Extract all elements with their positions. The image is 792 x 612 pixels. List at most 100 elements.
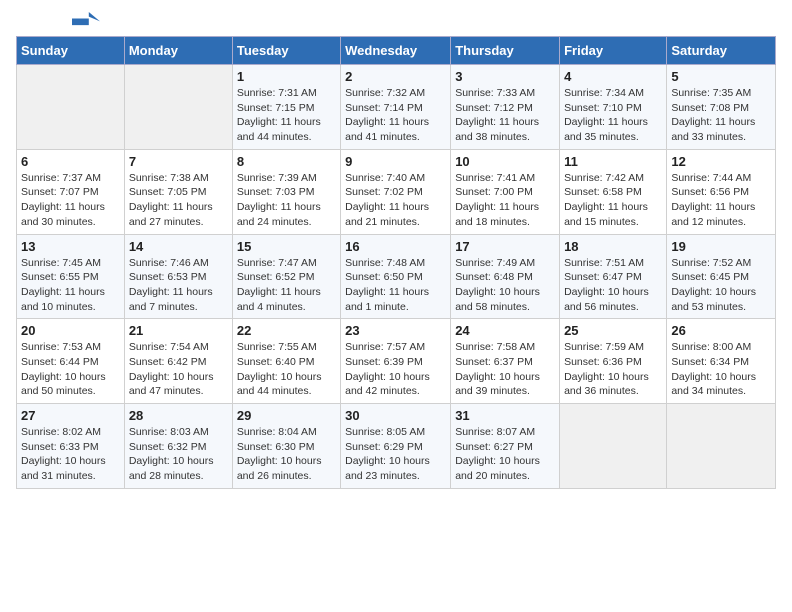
calendar-cell: 12 Sunrise: 7:44 AM Sunset: 6:56 PM Dayli… (667, 149, 776, 234)
page-header (16, 16, 776, 26)
day-info: Sunrise: 7:46 AM Sunset: 6:53 PM Dayligh… (129, 256, 228, 315)
day-number: 31 (455, 408, 555, 423)
calendar-cell: 22 Sunrise: 7:55 AM Sunset: 6:40 PM Dayli… (232, 319, 340, 404)
day-info: Sunrise: 7:33 AM Sunset: 7:12 PM Dayligh… (455, 86, 555, 145)
column-header-sunday: Sunday (17, 37, 125, 65)
day-number: 4 (564, 69, 662, 84)
calendar-cell: 17 Sunrise: 7:49 AM Sunset: 6:48 PM Dayli… (451, 234, 560, 319)
day-info: Sunrise: 7:48 AM Sunset: 6:50 PM Dayligh… (345, 256, 446, 315)
calendar-cell: 24 Sunrise: 7:58 AM Sunset: 6:37 PM Dayli… (451, 319, 560, 404)
day-info: Sunrise: 7:37 AM Sunset: 7:07 PM Dayligh… (21, 171, 120, 230)
calendar-cell: 4 Sunrise: 7:34 AM Sunset: 7:10 PM Daylig… (560, 65, 667, 150)
day-info: Sunrise: 7:51 AM Sunset: 6:47 PM Dayligh… (564, 256, 662, 315)
logo (16, 16, 100, 26)
day-number: 21 (129, 323, 228, 338)
day-number: 20 (21, 323, 120, 338)
day-number: 24 (455, 323, 555, 338)
day-number: 1 (237, 69, 336, 84)
calendar-cell: 25Sunrise: 7:59 AM Sunset: 6:36 PM Dayli… (560, 319, 667, 404)
calendar-cell: 13 Sunrise: 7:45 AM Sunset: 6:55 PM Dayli… (17, 234, 125, 319)
day-number: 26 (671, 323, 771, 338)
day-info: Sunrise: 7:59 AM Sunset: 6:36 PM Dayligh… (564, 340, 662, 399)
day-number: 16 (345, 239, 446, 254)
calendar-cell: 23 Sunrise: 7:57 AM Sunset: 6:39 PM Dayli… (341, 319, 451, 404)
column-header-friday: Friday (560, 37, 667, 65)
day-info: Sunrise: 7:45 AM Sunset: 6:55 PM Dayligh… (21, 256, 120, 315)
day-number: 14 (129, 239, 228, 254)
calendar-week-row: 20 Sunrise: 7:53 AM Sunset: 6:44 PM Dayli… (17, 319, 776, 404)
calendar-cell: 29 Sunrise: 8:04 AM Sunset: 6:30 PM Dayli… (232, 404, 340, 489)
day-info: Sunrise: 7:55 AM Sunset: 6:40 PM Dayligh… (237, 340, 336, 399)
calendar-cell: 11 Sunrise: 7:42 AM Sunset: 6:58 PM Dayli… (560, 149, 667, 234)
day-info: Sunrise: 7:42 AM Sunset: 6:58 PM Dayligh… (564, 171, 662, 230)
day-number: 3 (455, 69, 555, 84)
calendar-cell: 6 Sunrise: 7:37 AM Sunset: 7:07 PM Daylig… (17, 149, 125, 234)
calendar-cell: 15Sunrise: 7:47 AM Sunset: 6:52 PM Dayli… (232, 234, 340, 319)
day-info: Sunrise: 7:49 AM Sunset: 6:48 PM Dayligh… (455, 256, 555, 315)
calendar-cell: 16 Sunrise: 7:48 AM Sunset: 6:50 PM Dayli… (341, 234, 451, 319)
column-header-tuesday: Tuesday (232, 37, 340, 65)
day-number: 13 (21, 239, 120, 254)
day-info: Sunrise: 8:04 AM Sunset: 6:30 PM Dayligh… (237, 425, 336, 484)
day-number: 12 (671, 154, 771, 169)
calendar-cell: 9 Sunrise: 7:40 AM Sunset: 7:02 PM Daylig… (341, 149, 451, 234)
day-number: 18 (564, 239, 662, 254)
calendar-cell: 1 Sunrise: 7:31 AM Sunset: 7:15 PM Daylig… (232, 65, 340, 150)
day-info: Sunrise: 7:40 AM Sunset: 7:02 PM Dayligh… (345, 171, 446, 230)
day-number: 17 (455, 239, 555, 254)
calendar-cell: 30Sunrise: 8:05 AM Sunset: 6:29 PM Dayli… (341, 404, 451, 489)
day-info: Sunrise: 7:44 AM Sunset: 6:56 PM Dayligh… (671, 171, 771, 230)
day-number: 23 (345, 323, 446, 338)
calendar-cell: 8 Sunrise: 7:39 AM Sunset: 7:03 PM Daylig… (232, 149, 340, 234)
day-info: Sunrise: 7:47 AM Sunset: 6:52 PM Dayligh… (237, 256, 336, 315)
day-number: 29 (237, 408, 336, 423)
day-number: 10 (455, 154, 555, 169)
day-number: 19 (671, 239, 771, 254)
day-info: Sunrise: 7:58 AM Sunset: 6:37 PM Dayligh… (455, 340, 555, 399)
calendar-cell (560, 404, 667, 489)
calendar-table: SundayMondayTuesdayWednesdayThursdayFrid… (16, 36, 776, 489)
day-info: Sunrise: 8:03 AM Sunset: 6:32 PM Dayligh… (129, 425, 228, 484)
calendar-cell: 2Sunrise: 7:32 AM Sunset: 7:14 PM Daylig… (341, 65, 451, 150)
calendar-week-row: 13 Sunrise: 7:45 AM Sunset: 6:55 PM Dayli… (17, 234, 776, 319)
day-number: 22 (237, 323, 336, 338)
day-number: 6 (21, 154, 120, 169)
day-info: Sunrise: 7:38 AM Sunset: 7:05 PM Dayligh… (129, 171, 228, 230)
day-number: 8 (237, 154, 336, 169)
day-number: 11 (564, 154, 662, 169)
calendar-cell: 7Sunrise: 7:38 AM Sunset: 7:05 PM Daylig… (124, 149, 232, 234)
day-number: 2 (345, 69, 446, 84)
calendar-cell: 5 Sunrise: 7:35 AM Sunset: 7:08 PM Daylig… (667, 65, 776, 150)
day-info: Sunrise: 7:35 AM Sunset: 7:08 PM Dayligh… (671, 86, 771, 145)
calendar-cell: 19 Sunrise: 7:52 AM Sunset: 6:45 PM Dayli… (667, 234, 776, 319)
calendar-week-row: 1 Sunrise: 7:31 AM Sunset: 7:15 PM Daylig… (17, 65, 776, 150)
day-number: 30 (345, 408, 446, 423)
day-info: Sunrise: 7:57 AM Sunset: 6:39 PM Dayligh… (345, 340, 446, 399)
calendar-cell (17, 65, 125, 150)
column-header-wednesday: Wednesday (341, 37, 451, 65)
calendar-header-row: SundayMondayTuesdayWednesdayThursdayFrid… (17, 37, 776, 65)
calendar-cell (667, 404, 776, 489)
day-info: Sunrise: 7:53 AM Sunset: 6:44 PM Dayligh… (21, 340, 120, 399)
day-info: Sunrise: 8:00 AM Sunset: 6:34 PM Dayligh… (671, 340, 771, 399)
day-info: Sunrise: 7:31 AM Sunset: 7:15 PM Dayligh… (237, 86, 336, 145)
day-number: 5 (671, 69, 771, 84)
calendar-cell: 21 Sunrise: 7:54 AM Sunset: 6:42 PM Dayli… (124, 319, 232, 404)
column-header-thursday: Thursday (451, 37, 560, 65)
calendar-cell: 31 Sunrise: 8:07 AM Sunset: 6:27 PM Dayli… (451, 404, 560, 489)
day-number: 28 (129, 408, 228, 423)
calendar-cell: 3 Sunrise: 7:33 AM Sunset: 7:12 PM Daylig… (451, 65, 560, 150)
column-header-saturday: Saturday (667, 37, 776, 65)
calendar-cell: 28 Sunrise: 8:03 AM Sunset: 6:32 PM Dayli… (124, 404, 232, 489)
column-header-monday: Monday (124, 37, 232, 65)
day-info: Sunrise: 7:39 AM Sunset: 7:03 PM Dayligh… (237, 171, 336, 230)
day-info: Sunrise: 7:52 AM Sunset: 6:45 PM Dayligh… (671, 256, 771, 315)
day-info: Sunrise: 7:34 AM Sunset: 7:10 PM Dayligh… (564, 86, 662, 145)
day-number: 9 (345, 154, 446, 169)
calendar-cell: 20 Sunrise: 7:53 AM Sunset: 6:44 PM Dayli… (17, 319, 125, 404)
day-info: Sunrise: 8:07 AM Sunset: 6:27 PM Dayligh… (455, 425, 555, 484)
day-info: Sunrise: 8:02 AM Sunset: 6:33 PM Dayligh… (21, 425, 120, 484)
day-info: Sunrise: 7:54 AM Sunset: 6:42 PM Dayligh… (129, 340, 228, 399)
calendar-cell: 14 Sunrise: 7:46 AM Sunset: 6:53 PM Dayli… (124, 234, 232, 319)
calendar-week-row: 27Sunrise: 8:02 AM Sunset: 6:33 PM Dayli… (17, 404, 776, 489)
